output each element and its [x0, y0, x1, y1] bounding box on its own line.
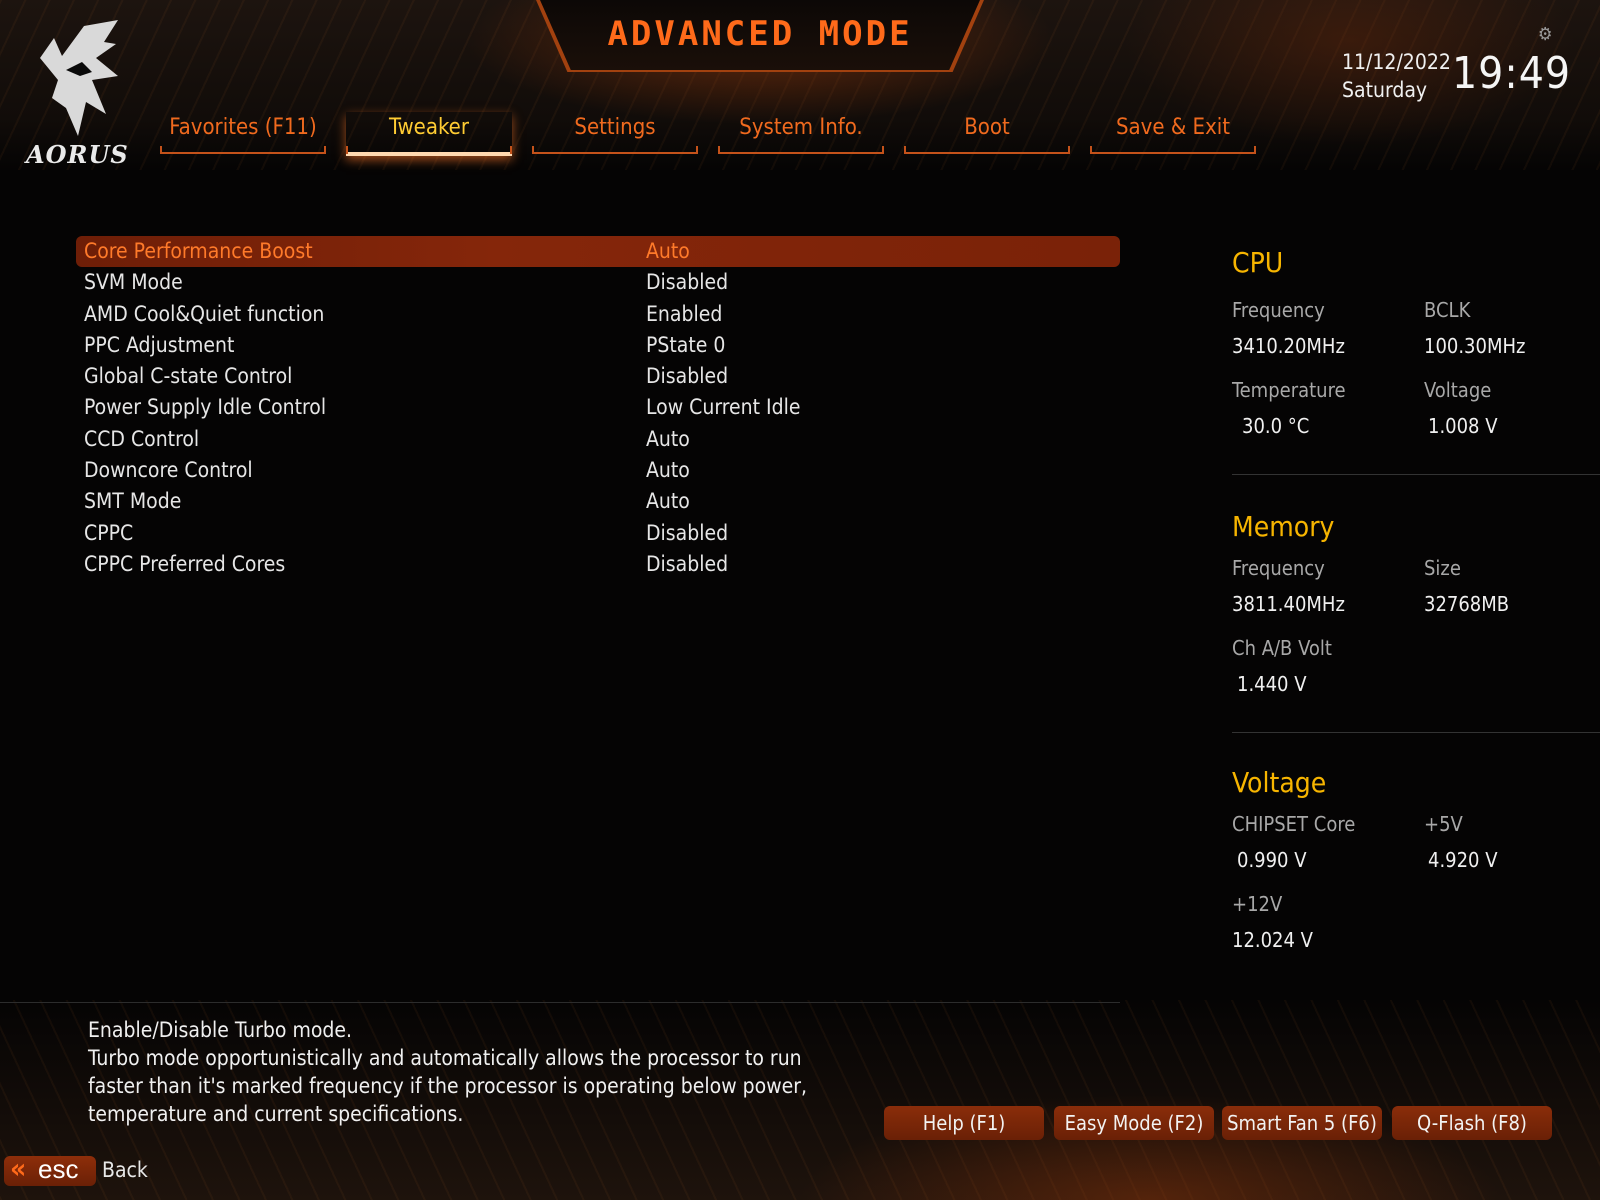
memory-size-label: Size — [1424, 556, 1461, 580]
setting-name: CPPC — [84, 520, 134, 545]
setting-row-core-performance-boost[interactable]: Core Performance Boost Auto — [76, 236, 1120, 268]
settings-list: Core Performance Boost Auto SVM Mode Dis… — [76, 236, 1120, 580]
clock-time: 19:49 — [1452, 48, 1572, 99]
setting-row-ccd-control[interactable]: CCD Control Auto — [76, 424, 1120, 455]
hardware-monitor-panel: CPU Frequency BCLK 3410.20MHz 100.30MHz … — [1232, 236, 1600, 1028]
setting-value[interactable]: Auto — [646, 236, 690, 267]
help-line: temperature and current specifications. — [88, 1102, 464, 1126]
setting-name: CCD Control — [84, 426, 200, 451]
tab-favorites[interactable]: Favorites (F11) — [160, 112, 326, 154]
cpu-bclk-label: BCLK — [1424, 298, 1471, 322]
smart-fan-f6-button[interactable]: Smart Fan 5 (F6) — [1222, 1106, 1382, 1140]
setting-name: Global C-state Control — [84, 364, 293, 389]
cpu-voltage-value: 1.008 V — [1428, 414, 1498, 438]
setting-name: Downcore Control — [84, 458, 253, 483]
plus5v-label: +5V — [1424, 812, 1463, 836]
setting-name: AMD Cool&Quiet function — [84, 301, 325, 326]
help-description: Enable/Disable Turbo mode. Turbo mode op… — [88, 1016, 848, 1128]
memory-section: Memory Frequency Size 3811.40MHz 32768MB… — [1232, 500, 1600, 764]
back-label[interactable]: Back — [102, 1158, 148, 1182]
setting-value[interactable]: Low Current Idle — [646, 392, 800, 423]
cpu-frequency-value: 3410.20MHz — [1232, 334, 1345, 358]
cpu-bclk-value: 100.30MHz — [1424, 334, 1526, 358]
date-text: 11/12/2022 — [1342, 50, 1451, 74]
easy-mode-f2-button[interactable]: Easy Mode (F2) — [1054, 1106, 1214, 1140]
tab-tweaker[interactable]: Tweaker — [346, 112, 512, 156]
setting-row-svm-mode[interactable]: SVM Mode Disabled — [76, 267, 1120, 298]
tab-system-info[interactable]: System Info. — [718, 112, 884, 154]
setting-row-ppc-adjustment[interactable]: PPC Adjustment PState 0 — [76, 330, 1120, 361]
chipset-core-value: 0.990 V — [1237, 848, 1307, 872]
setting-name: Power Supply Idle Control — [84, 395, 327, 420]
help-line: faster than it's marked frequency if the… — [88, 1074, 808, 1098]
setting-name: CPPC Preferred Cores — [84, 551, 286, 576]
plus5v-value: 4.920 V — [1428, 848, 1498, 872]
plus12v-label: +12V — [1232, 892, 1283, 916]
help-f1-button[interactable]: Help (F1) — [884, 1106, 1044, 1140]
memory-volt-value: 1.440 V — [1237, 672, 1307, 696]
tab-settings[interactable]: Settings — [532, 112, 698, 154]
setting-value[interactable]: Disabled — [646, 361, 728, 392]
setting-value[interactable]: PState 0 — [646, 330, 725, 361]
cpu-frequency-label: Frequency — [1232, 298, 1325, 322]
section-divider — [1232, 474, 1600, 475]
setting-value[interactable]: Disabled — [646, 518, 728, 549]
memory-title: Memory — [1232, 510, 1335, 543]
setting-row-downcore-control[interactable]: Downcore Control Auto — [76, 455, 1120, 486]
setting-row-smt-mode[interactable]: SMT Mode Auto — [76, 486, 1120, 517]
cpu-temperature-value: 30.0 °C — [1242, 414, 1310, 438]
plus12v-value: 12.024 V — [1232, 928, 1313, 952]
gear-icon[interactable]: ⚙ — [1538, 24, 1553, 45]
memory-frequency-value: 3811.40MHz — [1232, 592, 1345, 616]
memory-volt-label: Ch A/B Volt — [1232, 636, 1332, 660]
double-chevron-left-icon: « — [10, 1152, 27, 1185]
cpu-title: CPU — [1232, 246, 1284, 279]
setting-value[interactable]: Auto — [646, 455, 690, 486]
esc-label: esc — [38, 1154, 79, 1184]
setting-value[interactable]: Auto — [646, 486, 690, 517]
voltage-section: Voltage CHIPSET Core +5V 0.990 V 4.920 V… — [1232, 764, 1600, 1028]
setting-row-global-c-state[interactable]: Global C-state Control Disabled — [76, 361, 1120, 392]
cpu-voltage-label: Voltage — [1424, 378, 1492, 402]
help-line: Turbo mode opportunistically and automat… — [88, 1046, 802, 1070]
setting-name: SMT Mode — [84, 489, 182, 514]
q-flash-f8-button[interactable]: Q-Flash (F8) — [1392, 1106, 1552, 1140]
memory-frequency-label: Frequency — [1232, 556, 1325, 580]
section-divider — [1232, 732, 1600, 733]
date-display: 11/12/2022 Saturday — [1342, 48, 1451, 104]
voltage-title: Voltage — [1232, 766, 1327, 799]
cpu-temperature-label: Temperature — [1232, 378, 1346, 402]
setting-value[interactable]: Auto — [646, 424, 690, 455]
setting-value[interactable]: Disabled — [646, 267, 728, 298]
setting-name: Core Performance Boost — [84, 239, 313, 263]
help-divider — [0, 1002, 1120, 1003]
tab-save-exit[interactable]: Save & Exit — [1090, 112, 1256, 154]
setting-row-power-supply-idle[interactable]: Power Supply Idle Control Low Current Id… — [76, 392, 1120, 423]
setting-name: PPC Adjustment — [84, 332, 235, 357]
setting-value[interactable]: Disabled — [646, 549, 728, 580]
day-text: Saturday — [1342, 78, 1428, 102]
memory-size-value: 32768MB — [1424, 592, 1510, 616]
setting-value[interactable]: Enabled — [646, 299, 722, 330]
tab-boot[interactable]: Boot — [904, 112, 1070, 154]
logo-text: AORUS — [26, 140, 129, 169]
cpu-section: CPU Frequency BCLK 3410.20MHz 100.30MHz … — [1232, 236, 1600, 500]
setting-row-cppc-preferred-cores[interactable]: CPPC Preferred Cores Disabled — [76, 549, 1120, 580]
help-line: Enable/Disable Turbo mode. — [88, 1018, 353, 1042]
setting-name: SVM Mode — [84, 270, 183, 295]
setting-row-amd-cool-quiet[interactable]: AMD Cool&Quiet function Enabled — [76, 299, 1120, 330]
chipset-core-label: CHIPSET Core — [1232, 812, 1356, 836]
page-title: ADVANCED MODE — [607, 14, 913, 54]
setting-row-cppc[interactable]: CPPC Disabled — [76, 518, 1120, 549]
